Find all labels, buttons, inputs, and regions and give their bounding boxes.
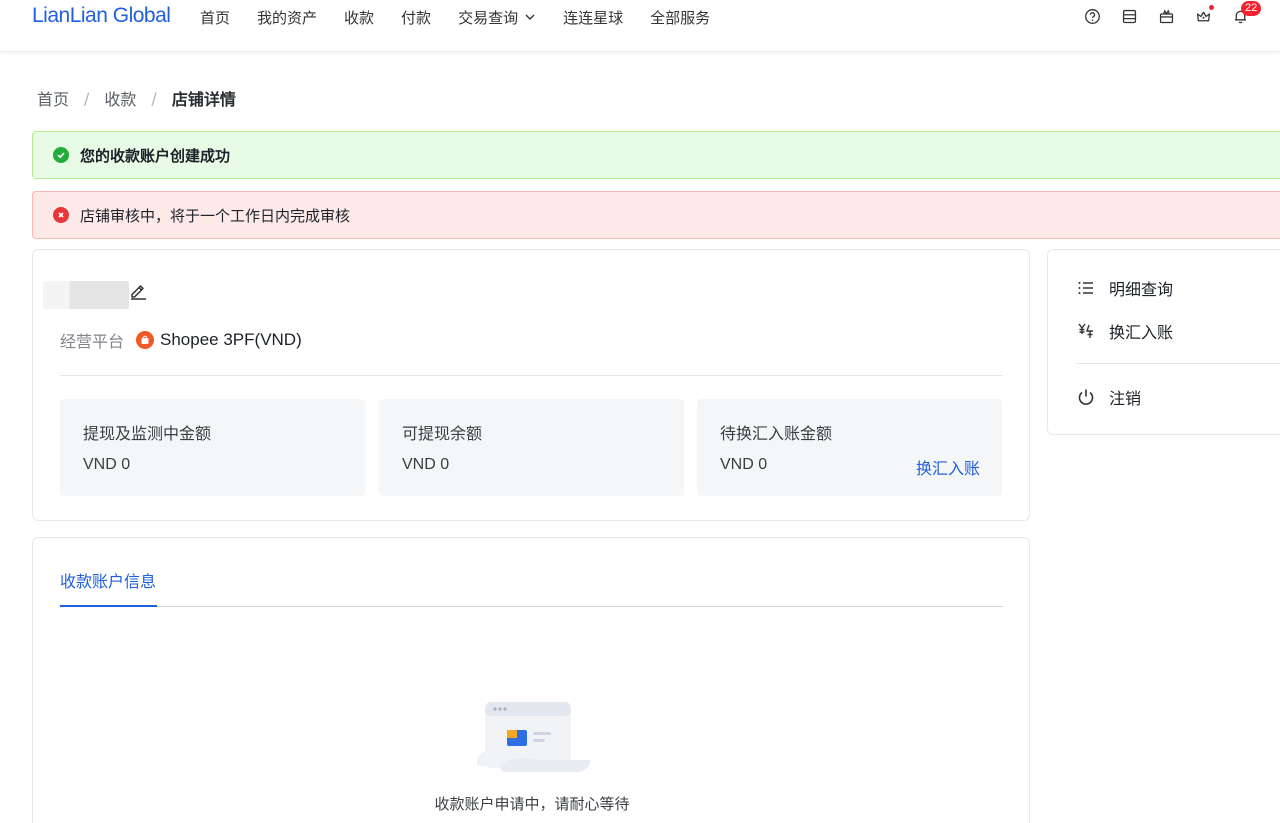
- platform-value: Shopee 3PF(VND): [160, 330, 302, 349]
- nav-label: 全部服务: [650, 8, 711, 27]
- error-alert: 店铺审核中，将于一个工作日内完成审核: [32, 191, 1280, 239]
- notification-dot: [1209, 5, 1214, 10]
- side-menu-card: 明细查询 换汇入账 注销: [1047, 249, 1280, 435]
- platform-label: 经营平台: [60, 332, 125, 351]
- account-info-card: 收款账户信息 收款账户申请中，请耐心等待: [32, 537, 1030, 823]
- nav-label: 付款: [401, 8, 432, 27]
- stat-value: VND 0: [83, 456, 131, 473]
- stat-title: 待换汇入账金额: [720, 424, 833, 443]
- side-item-label: 注销: [1109, 389, 1142, 408]
- tab-account-info[interactable]: 收款账户信息: [60, 568, 156, 592]
- stat-pending-exchange: 待换汇入账金额 VND 0 换汇入账: [697, 399, 1002, 496]
- breadcrumb: 首页 / 收款 / 店铺详情: [37, 86, 236, 110]
- nav-label: 首页: [200, 8, 231, 27]
- exchange-icon: [1078, 323, 1093, 338]
- side-item-label: 明细查询: [1109, 280, 1174, 299]
- exchange-deposit-link[interactable]: 换汇入账: [916, 455, 980, 479]
- stat-value: VND 0: [720, 456, 768, 473]
- error-alert-text: 店铺审核中，将于一个工作日内完成审核: [80, 206, 351, 225]
- breadcrumb-current: 店铺详情: [171, 90, 236, 109]
- empty-document-illustration: [477, 702, 591, 772]
- stat-title: 提现及监测中金额: [83, 424, 212, 443]
- nav-item-home[interactable]: 首页: [200, 7, 230, 28]
- bell-icon[interactable]: 22: [1230, 1, 1262, 26]
- stat-value: VND 0: [402, 456, 450, 473]
- nav-item-transactions[interactable]: 交易查询: [458, 7, 536, 28]
- shopee-icon: [136, 331, 155, 349]
- chevron-down-icon: [525, 14, 535, 20]
- header-actions: 22: [1065, 1, 1262, 26]
- divider: [1076, 363, 1280, 364]
- check-circle-icon: [53, 147, 69, 163]
- success-alert: 您的收款账户创建成功: [32, 131, 1280, 179]
- side-item-cancel-account[interactable]: 注销: [1076, 385, 1141, 409]
- success-alert-text: 您的收款账户创建成功: [80, 146, 231, 165]
- empty-state-text: 收款账户申请中，请耐心等待: [434, 795, 630, 813]
- breadcrumb-separator: /: [151, 88, 157, 108]
- nav-label: 交易查询: [458, 8, 519, 27]
- gift-icon[interactable]: [1156, 6, 1176, 26]
- store-info-card: 经营平台 Shopee 3PF(VND) 提现及监测中金额 VND 0 可提现余…: [32, 249, 1030, 521]
- crown-icon[interactable]: [1193, 5, 1214, 26]
- nav-label: 连连星球: [563, 8, 624, 27]
- side-item-label: 换汇入账: [1109, 323, 1174, 342]
- store-name-redacted: [43, 281, 129, 309]
- stat-title: 可提现余额: [402, 424, 483, 443]
- active-tab-indicator: [60, 605, 157, 607]
- top-navbar: LianLian Global 首页 我的资产 收款 付款 交易查询 连连星球 …: [0, 0, 1280, 52]
- breadcrumb-receive[interactable]: 收款: [104, 86, 136, 110]
- breadcrumb-separator: /: [84, 88, 90, 108]
- close-circle-icon: [53, 207, 69, 223]
- tab-bar-divider: [60, 606, 1003, 607]
- edit-icon[interactable]: [128, 280, 148, 300]
- nav-label: 我的资产: [257, 8, 318, 27]
- power-icon: [1078, 389, 1094, 405]
- nav-item-my-assets[interactable]: 我的资产: [257, 7, 317, 28]
- side-item-exchange-deposit[interactable]: 换汇入账: [1076, 319, 1173, 343]
- nav-item-lianlian-planet[interactable]: 连连星球: [563, 7, 623, 28]
- nav-label: 收款: [344, 8, 375, 27]
- list-icon: [1078, 282, 1093, 294]
- divider: [60, 375, 1003, 376]
- help-icon[interactable]: [1082, 6, 1102, 26]
- breadcrumb-home[interactable]: 首页: [37, 86, 69, 110]
- brand-logo[interactable]: LianLian Global: [32, 4, 171, 28]
- stat-withdrawable-balance: 可提现余额 VND 0: [379, 399, 684, 496]
- notification-count-badge: 22: [1241, 1, 1262, 16]
- nav-item-receive[interactable]: 收款: [344, 7, 374, 28]
- calendar-icon[interactable]: [1119, 6, 1139, 26]
- platform-row: 经营平台 Shopee 3PF(VND): [60, 328, 302, 352]
- stat-withdrawing-amount: 提现及监测中金额 VND 0: [60, 399, 365, 496]
- side-item-detail-query[interactable]: 明细查询: [1076, 276, 1173, 300]
- main-nav: 首页 我的资产 收款 付款 交易查询 连连星球 全部服务: [200, 0, 737, 34]
- nav-item-pay[interactable]: 付款: [401, 7, 431, 28]
- nav-item-all-services[interactable]: 全部服务: [650, 7, 710, 28]
